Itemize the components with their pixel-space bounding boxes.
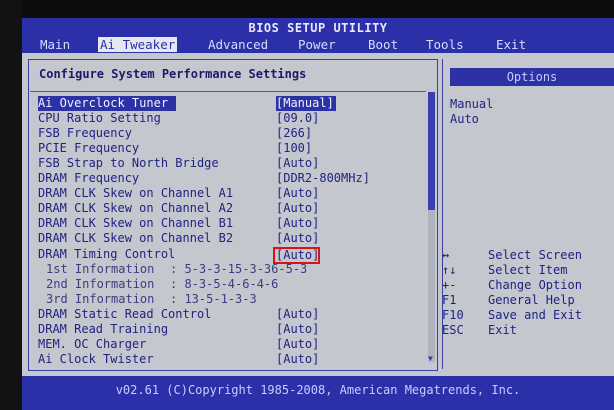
info-1st-label: 1st Information (46, 262, 155, 276)
help-key-general-help: F1 (442, 293, 457, 307)
value-ai-clock-twister[interactable]: [Auto] (276, 352, 319, 367)
help-text-general-help: General Help (488, 293, 575, 307)
menu-bar: Main Ai Tweaker Advanced Power Boot Tool… (22, 36, 614, 53)
setting-dram-clk-skew-b2[interactable]: DRAM CLK Skew on Channel B2 (38, 231, 233, 246)
setting-pcie-frequency[interactable]: PCIE Frequency (38, 141, 139, 156)
info-1st-value: : 5-3-3-15-3-36-5-3 (170, 262, 308, 276)
scroll-down-arrow-icon[interactable]: ▼ (428, 354, 433, 363)
value-dram-frequency[interactable]: [DDR2-800MHz] (276, 171, 370, 186)
bios-title: BIOS SETUP UTILITY (248, 21, 388, 35)
monitor-bezel (0, 0, 22, 410)
help-text-select-screen: Select Screen (488, 248, 582, 262)
menu-tools[interactable]: Tools (424, 37, 466, 52)
value-dram-read-training[interactable]: [Auto] (276, 322, 319, 337)
scrollbar-thumb[interactable] (428, 92, 435, 210)
menu-boot[interactable]: Boot (366, 37, 400, 52)
setting-dram-frequency[interactable]: DRAM Frequency (38, 171, 139, 186)
menu-exit[interactable]: Exit (494, 37, 528, 52)
title-bar: BIOS SETUP UTILITY (22, 18, 614, 36)
help-key-change-option: +- (442, 278, 457, 292)
value-pcie-frequency[interactable]: [100] (276, 141, 312, 156)
setting-dram-static-read[interactable]: DRAM Static Read Control (38, 307, 211, 322)
menu-power[interactable]: Power (296, 37, 338, 52)
setting-fsb-frequency[interactable]: FSB Frequency (38, 126, 132, 141)
setting-dram-read-training[interactable]: DRAM Read Training (38, 322, 168, 337)
info-2nd-label: 2nd Information (46, 277, 155, 291)
setting-cpu-ratio[interactable]: CPU Ratio Setting (38, 111, 161, 126)
value-ai-overclock-tuner[interactable]: [Manual] (276, 96, 336, 111)
section-title: Configure System Performance Settings (39, 67, 307, 81)
value-dram-static-read[interactable]: [Auto] (276, 307, 319, 322)
setting-fsb-strap[interactable]: FSB Strap to North Bridge (38, 156, 219, 171)
setting-ai-clock-twister[interactable]: Ai Clock Twister (38, 352, 154, 367)
value-fsb-frequency[interactable]: [266] (276, 126, 312, 141)
value-fsb-strap[interactable]: [Auto] (276, 156, 319, 171)
copyright-text: v02.61 (C)Copyright 1985-2008, American … (115, 383, 521, 397)
value-dram-clk-skew-a1[interactable]: [Auto] (276, 186, 319, 201)
help-text-select-item: Select Item (488, 263, 568, 277)
setting-dram-timing-control[interactable]: DRAM Timing Control (38, 247, 175, 262)
option-auto[interactable]: Auto (450, 112, 479, 127)
help-text-save-exit: Save and Exit (488, 308, 582, 322)
setting-ai-overclock-tuner[interactable]: Ai Overclock Tuner (38, 96, 176, 111)
help-key-select-item: ↑↓ (442, 263, 457, 277)
help-text-change-option: Change Option (488, 278, 582, 292)
option-manual[interactable]: Manual (450, 97, 493, 112)
info-3rd-value: : 13-5-1-3-3 (170, 292, 257, 306)
section-divider (30, 91, 426, 92)
menu-ai-tweaker[interactable]: Ai Tweaker (98, 37, 178, 52)
help-text-exit: Exit (488, 323, 517, 337)
menu-advanced[interactable]: Advanced (206, 37, 270, 52)
value-dram-clk-skew-b1[interactable]: [Auto] (276, 216, 319, 231)
help-key-save-exit: F10 (442, 308, 464, 322)
setting-mem-oc-charger[interactable]: MEM. OC Charger (38, 337, 146, 352)
setting-dram-clk-skew-a1[interactable]: DRAM CLK Skew on Channel A1 (38, 186, 233, 201)
options-header: Options (450, 68, 614, 86)
value-cpu-ratio[interactable]: [09.0] (276, 111, 319, 126)
help-key-exit: ESC (442, 323, 464, 337)
info-2nd-value: : 8-3-5-4-6-4-6 (170, 277, 279, 291)
setting-dram-clk-skew-b1[interactable]: DRAM CLK Skew on Channel B1 (38, 216, 233, 231)
value-dram-clk-skew-a2[interactable]: [Auto] (276, 201, 319, 216)
setting-dram-clk-skew-a2[interactable]: DRAM CLK Skew on Channel A2 (38, 201, 233, 216)
help-key-select-screen: ↔ (442, 248, 450, 262)
menu-main[interactable]: Main (38, 37, 72, 52)
value-dram-clk-skew-b2[interactable]: [Auto] (276, 231, 319, 246)
info-3rd-label: 3rd Information (46, 292, 155, 306)
value-mem-oc-charger[interactable]: [Auto] (276, 337, 319, 352)
